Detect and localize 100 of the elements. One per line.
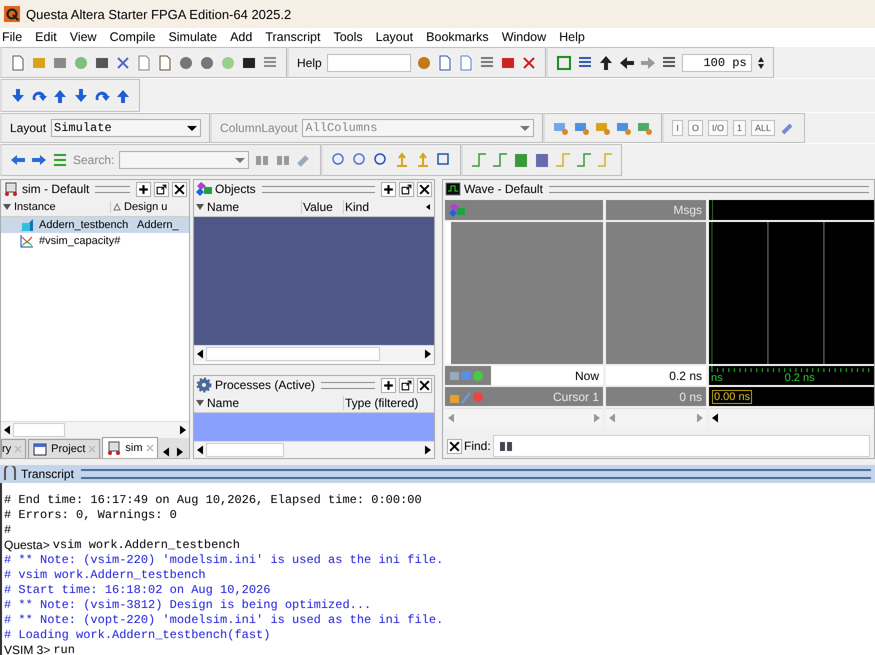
plus-icon[interactable]: [136, 182, 151, 196]
calendar-icon: [32, 441, 48, 457]
menu-item[interactable]: File: [2, 30, 22, 44]
module-icon: [19, 217, 35, 233]
column-header[interactable]: Name: [206, 200, 302, 214]
scroll-thumb[interactable]: [206, 443, 284, 457]
filter-button[interactable]: ALL: [750, 120, 775, 136]
objects-icon: [196, 181, 212, 197]
tab-label: sim: [125, 442, 143, 454]
tab-label: Project: [51, 443, 86, 455]
expand-icon[interactable]: [31, 152, 47, 168]
design-unit-cell: Addern_: [137, 219, 179, 231]
filter-button[interactable]: I/O: [708, 120, 728, 136]
now-label: Now: [574, 368, 599, 382]
help-label: Help: [297, 56, 322, 70]
scroll-thumb[interactable]: [13, 423, 65, 437]
transcript-line: # Start time: 16:18:02 on Aug 10,2026: [4, 582, 270, 596]
menu-item[interactable]: Add: [230, 30, 252, 44]
search-field[interactable]: [119, 151, 250, 169]
filter-icon[interactable]: [196, 203, 204, 211]
help-search-field[interactable]: [326, 54, 411, 72]
scroll-left-icon[interactable]: [424, 203, 432, 211]
pane-title: Transcript: [21, 467, 74, 481]
column-header[interactable]: Name: [206, 396, 344, 410]
undock-icon[interactable]: [399, 182, 414, 196]
transcript-line: # ** Note: (vopt-220) 'modelsim.ini' is used as the ini file.: [4, 612, 444, 626]
spinner-icon[interactable]: [756, 54, 765, 70]
layout-dropdown[interactable]: Simulate: [51, 119, 202, 137]
pane-tab[interactable]: Project: [28, 439, 100, 458]
close-icon[interactable]: [172, 182, 187, 196]
transcript-line: # ** Note: (vsim-220) 'modelsim.ini' is used as the ini file.: [4, 552, 444, 566]
command-text: run: [53, 642, 75, 655]
splitter-grip[interactable]: [80, 469, 871, 479]
cursor-time-label[interactable]: 0.00 ns: [712, 390, 752, 404]
cursor-value: 0 ns: [679, 390, 702, 404]
column-header[interactable]: Kind: [344, 200, 422, 214]
pane-tab[interactable]: sim: [102, 437, 158, 458]
sort-icon: [113, 203, 121, 211]
transcript-line: # vsim work.Addern_testbench: [4, 568, 206, 582]
filter-button[interactable]: I: [672, 120, 683, 136]
undock-icon[interactable]: [154, 182, 169, 196]
arrow-up-icon[interactable]: [598, 54, 614, 70]
layout-label: Layout: [10, 121, 46, 135]
menu-item[interactable]: Window: [502, 30, 546, 44]
menu-item[interactable]: Bookmarks: [426, 30, 489, 44]
close-icon[interactable]: [417, 378, 432, 392]
plus-icon[interactable]: [381, 378, 396, 392]
filter-button[interactable]: 1: [732, 120, 746, 136]
cross-icon[interactable]: [520, 54, 537, 70]
filter-icon[interactable]: [196, 399, 204, 407]
msgs-header: Msgs: [673, 203, 702, 217]
column-header[interactable]: Design u: [123, 201, 189, 213]
search-label: Search:: [73, 153, 114, 167]
menu-item[interactable]: Edit: [35, 30, 57, 44]
close-icon[interactable]: [447, 438, 462, 454]
tab-label: ry: [2, 443, 12, 455]
arrow-down-icon[interactable]: [10, 88, 26, 104]
filter-icon[interactable]: [3, 203, 11, 211]
column-header[interactable]: Value: [302, 200, 344, 214]
menu-item[interactable]: Transcript: [265, 30, 320, 44]
menu-item[interactable]: Compile: [110, 30, 156, 44]
ruler-label: ns: [711, 372, 723, 384]
menu-item[interactable]: Help: [559, 30, 585, 44]
ruler-label: 0.2 ns: [784, 372, 815, 384]
now-value: 0.2 ns: [669, 368, 702, 382]
instance-cell[interactable]: #vsim_capacity#: [39, 235, 133, 247]
menu-item[interactable]: Layout: [376, 30, 414, 44]
collapse-icon[interactable]: [10, 152, 26, 168]
column-header[interactable]: Instance: [13, 201, 111, 213]
arrow-left-icon[interactable]: [618, 54, 635, 70]
page-icon[interactable]: [10, 54, 26, 70]
arrow-down-icon[interactable]: [73, 88, 89, 104]
find-field[interactable]: [492, 435, 870, 457]
column-header[interactable]: Type (filtered): [344, 396, 434, 410]
window-title: Questa Altera Starter FPGA Edition-64 2025.2: [26, 6, 292, 22]
pane-title: Processes (Active): [215, 378, 316, 392]
menu-item[interactable]: View: [70, 30, 97, 44]
chart-icon: [19, 233, 35, 249]
menu-item[interactable]: Simulate: [168, 30, 218, 44]
undock-icon[interactable]: [399, 378, 414, 392]
page-icon[interactable]: [458, 54, 474, 70]
instance-cell[interactable]: Addern_testbench: [39, 219, 133, 231]
cursor-label: Cursor 1: [552, 390, 599, 404]
pane-title: Objects: [215, 182, 256, 196]
menu-item[interactable]: Tools: [333, 30, 363, 44]
app-logo: [4, 6, 20, 22]
wave-window-icon: [445, 181, 461, 197]
filter-button[interactable]: O: [688, 120, 703, 136]
command-text: vsim work.Addern_testbench: [52, 538, 240, 552]
time-step-field[interactable]: 100 ps: [682, 54, 752, 72]
transcript-line: # End time: 16:17:49 on Aug 10,2026, Elapsed time: 0:00:00: [4, 492, 422, 506]
arrow-right-icon[interactable]: [640, 54, 656, 70]
prompt-label: Questa>: [4, 538, 50, 552]
pane-tab[interactable]: ry: [1, 439, 26, 458]
plus-icon[interactable]: [381, 182, 396, 196]
pane-title: sim - Default: [22, 182, 90, 196]
pane-title: Wave - Default: [464, 182, 543, 196]
transcript-line: # Errors: 0, Warnings: 0: [4, 508, 177, 522]
close-icon[interactable]: [417, 182, 432, 196]
scroll-thumb[interactable]: [206, 347, 380, 361]
